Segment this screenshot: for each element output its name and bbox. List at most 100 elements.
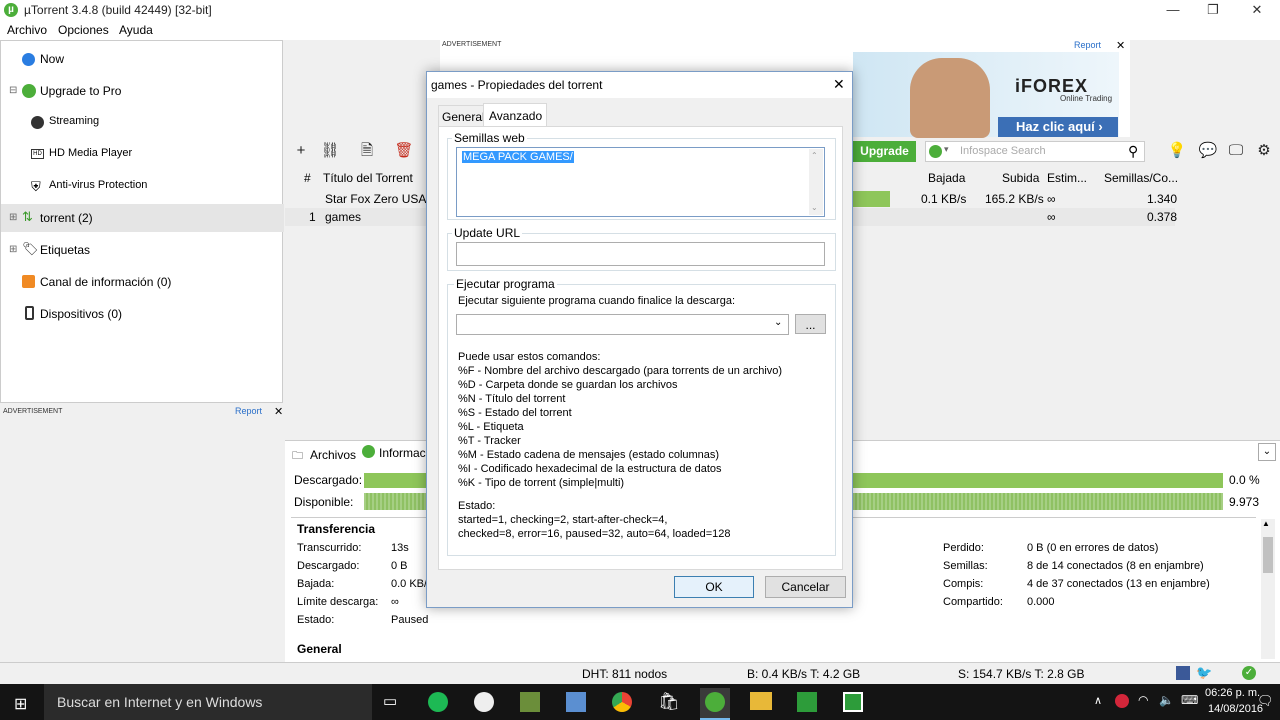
command-item: %S - Estado del torrent (458, 407, 572, 419)
cancel-button[interactable]: Cancelar (765, 576, 846, 598)
store-icon[interactable]: 🛍 (658, 692, 680, 712)
scroll-down-icon[interactable]: ⌄ (811, 203, 818, 212)
windows-start-icon[interactable]: ⊞ (14, 694, 27, 714)
file-explorer-icon[interactable] (750, 692, 772, 710)
info-label: Perdido: (943, 542, 984, 554)
upgrade-button[interactable]: Upgrade (853, 141, 916, 162)
sidebar-item-antivirus[interactable]: ⛨ Anti-virus Protection (1, 172, 284, 200)
menu-archivo[interactable]: Archivo (7, 23, 47, 37)
paint-icon[interactable] (566, 692, 586, 712)
sidebar-item-upgrade[interactable]: ⊟ Upgrade to Pro (1, 77, 284, 105)
scrollbar[interactable]: ▲ (1261, 519, 1275, 659)
ad-close-icon[interactable]: ✕ (1116, 39, 1125, 52)
textarea-scrollbar[interactable]: ⌃ ⌄ (809, 149, 823, 215)
command-item: %I - Codificado hexadecimal de la estruc… (458, 463, 722, 475)
tab-informacion[interactable]: Informac (359, 442, 429, 464)
col-title[interactable]: Título del Torrent (323, 171, 413, 185)
clock-date[interactable]: 14/08/2016 (1208, 703, 1263, 715)
tag-icon: 🏷 (22, 241, 39, 256)
twitter-icon[interactable]: 🐦 (1196, 665, 1212, 681)
panel-collapse-icon[interactable]: ⌄ (1258, 443, 1276, 461)
dialog-close-icon[interactable]: ✕ (833, 76, 845, 93)
task-view-icon[interactable]: ▭ (383, 692, 397, 710)
xbox-icon[interactable] (474, 692, 494, 712)
delete-icon[interactable]: 🗑 (392, 140, 416, 162)
chat-icon[interactable]: 💬 (1196, 140, 1220, 162)
col-eta[interactable]: Estim... (1047, 171, 1087, 185)
combo-dropdown-icon[interactable]: ⌄ (774, 317, 782, 328)
maximize-button[interactable]: ❐ (1190, 0, 1236, 20)
camtasia-icon[interactable] (797, 692, 817, 712)
facebook-icon[interactable] (1176, 666, 1190, 680)
info-label: Transcurrido: (297, 542, 362, 554)
create-torrent-icon[interactable]: 🗎 (355, 140, 379, 162)
collapse-icon[interactable]: ⊟ (9, 85, 17, 96)
transfer-section-title: Transferencia (297, 522, 376, 536)
scroll-up-icon[interactable]: ⌃ (811, 151, 818, 160)
sidebar-ad-report-link[interactable]: Report (235, 406, 262, 416)
command-item: %T - Tracker (458, 435, 521, 447)
minecraft-icon[interactable] (520, 692, 540, 712)
ad-label: ADVERTISEMENT (442, 41, 502, 48)
keyboard-icon[interactable]: ⌨ (1181, 693, 1198, 707)
available-value: 9.973 (1229, 495, 1260, 509)
clock-time[interactable]: 06:26 p. m. (1205, 687, 1260, 699)
col-num[interactable]: # (304, 171, 311, 185)
utorrent-taskbar-icon (705, 692, 725, 712)
search-dropdown-icon[interactable]: ▾ (944, 144, 949, 155)
menu-ayuda[interactable]: Ayuda (119, 23, 153, 37)
search-icon[interactable]: ⚲ (1128, 143, 1138, 160)
wifi-icon[interactable]: ◠ (1138, 693, 1148, 707)
bulb-icon[interactable]: 💡 (1165, 140, 1189, 162)
sidebar-item-labels[interactable]: ⊞ 🏷 Etiquetas (1, 236, 284, 264)
sidebar-item-torrent[interactable]: ⊞ ⇅ torrent (2) (1, 204, 284, 232)
close-window-button[interactable]: ✕ (1234, 0, 1280, 20)
tab-general[interactable]: General (438, 105, 485, 126)
update-url-input[interactable] (456, 242, 825, 266)
info-value: 4 de 37 conectados (13 en enjambre) (1027, 578, 1210, 590)
gear-icon[interactable]: ⚙ (1252, 140, 1276, 162)
notifications-icon[interactable]: 🗨 (1257, 693, 1274, 709)
tab-avanzado[interactable]: Avanzado (483, 103, 547, 127)
ad-cta-label: Haz clic aquí › (1016, 119, 1103, 134)
tray-chevron-icon[interactable]: ∧ (1094, 694, 1102, 707)
sidebar-item-now[interactable]: Now (1, 45, 284, 73)
col-seeds[interactable]: Semillas/Co... (1104, 171, 1178, 185)
expand-icon[interactable]: ⊞ (9, 212, 17, 223)
tab-archivos[interactable]: 🗀 Archivos (289, 443, 359, 465)
ok-button[interactable]: OK (674, 576, 754, 598)
spotify-icon[interactable] (428, 692, 448, 712)
available-label: Disponible: (294, 495, 354, 509)
camtasia-recorder-icon[interactable] (843, 692, 863, 712)
search-box[interactable]: ▾ Infospace Search ⚲ (925, 141, 1145, 162)
volume-icon[interactable]: 🔈 (1159, 693, 1174, 707)
col-down[interactable]: Bajada (928, 171, 965, 185)
ad-report-link[interactable]: Report (1074, 40, 1101, 50)
sidebar-item-feeds[interactable]: Canal de información (0) (1, 268, 284, 296)
command-item: %D - Carpeta donde se guardan los archiv… (458, 379, 678, 391)
scroll-up-icon[interactable]: ▲ (1262, 519, 1270, 528)
estado-line-2: checked=8, error=16, paused=32, auto=64,… (458, 528, 731, 540)
menu-opciones[interactable]: Opciones (58, 23, 109, 37)
tray-mcafee-icon[interactable] (1115, 694, 1129, 708)
browse-button[interactable]: ... (795, 314, 826, 334)
device-icon (25, 306, 34, 320)
add-torrent-icon[interactable]: + (289, 140, 313, 162)
web-seeds-textarea[interactable]: MEGA PACK GAMES/ ⌃ ⌄ (456, 147, 825, 217)
scroll-thumb[interactable] (1263, 537, 1273, 573)
run-program-combo[interactable]: ⌄ (456, 314, 789, 335)
run-program-label: Ejecutar programa (454, 277, 557, 291)
add-url-icon[interactable]: ⛓ (318, 140, 342, 162)
sidebar-item-devices[interactable]: Dispositivos (0) (1, 300, 284, 328)
globe-icon (22, 53, 35, 66)
sidebar-item-hd-player[interactable]: HD HD Media Player (1, 140, 284, 168)
monitor-icon[interactable]: 🖵 (1224, 140, 1248, 162)
expand-icon[interactable]: ⊞ (9, 244, 17, 255)
col-up[interactable]: Subida (1002, 171, 1039, 185)
info-label: Compartido: (943, 596, 1003, 608)
search-input[interactable]: Infospace Search (960, 145, 1046, 157)
taskbar-search[interactable]: Buscar en Internet y en Windows (44, 684, 372, 720)
chrome-icon[interactable] (612, 692, 632, 712)
sidebar-item-streaming[interactable]: Streaming (1, 108, 284, 136)
sidebar-ad-close-icon[interactable]: ✕ (274, 405, 283, 418)
